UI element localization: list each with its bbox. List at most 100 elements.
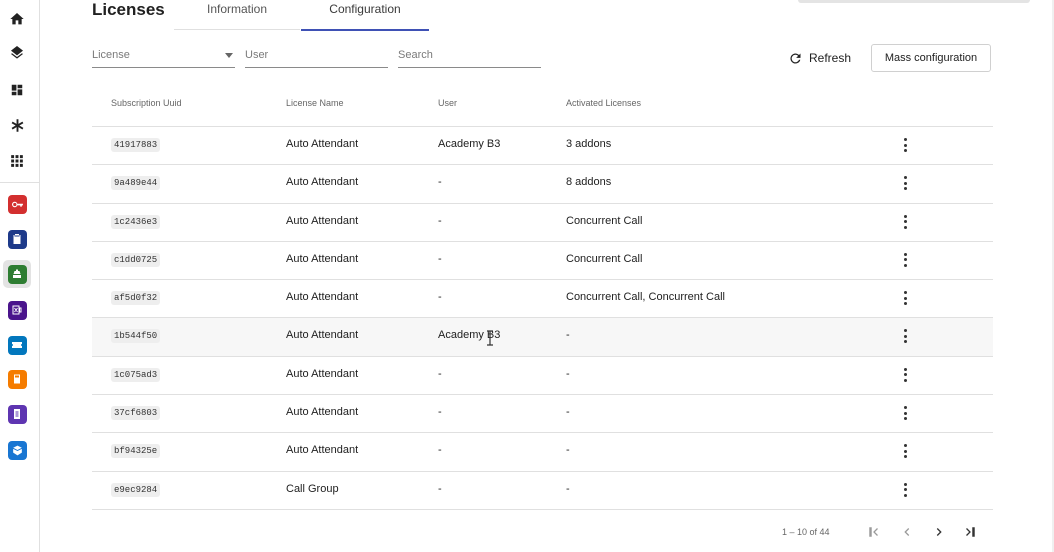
more-vert-icon[interactable] (901, 367, 909, 382)
activated-licenses: Concurrent Call (566, 252, 643, 265)
sidebar-divider (0, 182, 39, 183)
more-vert-icon[interactable] (901, 291, 909, 306)
more-vert-icon[interactable] (901, 214, 909, 229)
calculator-app-icon[interactable] (7, 369, 27, 389)
table-row[interactable]: 1c2436e3 Auto Attendant - Concurrent Cal… (92, 204, 993, 242)
subscription-uuid: 1c075ad3 (111, 367, 161, 382)
license-name: Auto Attendant (286, 214, 359, 227)
user-name: - (438, 291, 442, 304)
subscription-uuid: 41917883 (111, 138, 161, 152)
ticket-app-icon[interactable] (7, 335, 27, 355)
activated-licenses: - (566, 367, 570, 380)
activated-licenses: 8 addons (566, 176, 612, 189)
chevron-down-icon (225, 53, 233, 58)
search-input-label: Search (398, 49, 433, 61)
layers-icon[interactable] (8, 45, 26, 63)
table-row[interactable]: bf94325e Auto Attendant - - (92, 433, 993, 472)
fax-app-icon[interactable] (7, 300, 27, 320)
table-row[interactable]: 9a489e44 Auto Attendant - 8 addons (92, 165, 993, 204)
clipboard-app-icon[interactable] (7, 229, 27, 249)
user-name: - (438, 482, 442, 495)
license-name: Auto Attendant (286, 252, 359, 265)
switchboard-app-icon[interactable] (3, 260, 31, 288)
table-row[interactable]: 37cf6803 Auto Attendant - - (92, 395, 993, 434)
user-name: - (438, 214, 442, 227)
first-page-icon[interactable] (866, 524, 882, 540)
user-field[interactable]: User (245, 47, 388, 68)
table-row[interactable]: af5d0f32 Auto Attendant - Concurrent Cal… (92, 280, 993, 319)
more-vert-icon[interactable] (901, 406, 909, 421)
activated-licenses: Concurrent Call, Concurrent Call (566, 291, 725, 304)
overlay-shadow (798, 0, 1030, 3)
next-page-icon[interactable] (931, 524, 947, 540)
tab-information[interactable]: Information (174, 2, 300, 30)
more-vert-icon[interactable] (901, 482, 909, 497)
column-header-subscription-uuid[interactable]: Subscription Uuid (111, 98, 182, 108)
user-name: - (438, 176, 442, 189)
home-icon[interactable] (8, 10, 26, 28)
column-header-license-name[interactable]: License Name (286, 98, 344, 108)
notebook-app-icon[interactable] (7, 404, 27, 424)
activated-licenses: - (566, 444, 570, 457)
more-vert-icon[interactable] (901, 176, 909, 191)
table-row[interactable]: 41917883 Auto Attendant Academy B3 3 add… (92, 127, 993, 166)
license-name: Call Group (286, 482, 339, 495)
dashboard-icon[interactable] (8, 81, 26, 99)
user-name: Academy B3 (438, 138, 501, 150)
refresh-label: Refresh (809, 51, 852, 65)
column-header-user[interactable]: User (438, 98, 457, 108)
tab-configuration[interactable]: Configuration (301, 2, 429, 31)
license-name: Auto Attendant (286, 444, 359, 457)
prev-page-icon[interactable] (899, 524, 915, 540)
pagination-range: 1 – 10 of 44 (782, 527, 830, 537)
page-title: Licenses (92, 0, 165, 19)
column-header-activated-licenses[interactable]: Activated Licenses (566, 98, 641, 108)
table-row[interactable]: 1c075ad3 Auto Attendant - - (92, 357, 993, 396)
activated-licenses: - (566, 406, 570, 419)
license-name: Auto Attendant (286, 176, 359, 189)
activated-licenses: - (566, 329, 570, 342)
license-name: Auto Attendant (286, 406, 359, 419)
key-app-icon[interactable] (7, 194, 27, 214)
table-row[interactable]: e9ec9284 Call Group - - (92, 472, 993, 510)
license-name: Auto Attendant (286, 291, 359, 304)
licenses-table-body: 41917883 Auto Attendant Academy B3 3 add… (92, 127, 993, 510)
subscription-uuid: af5d0f32 (111, 291, 161, 306)
user-name: - (438, 406, 442, 419)
activated-licenses: - (566, 482, 570, 495)
subscription-uuid: 9a489e44 (111, 176, 161, 191)
license-name: Auto Attendant (286, 367, 359, 380)
text-cursor-icon (487, 330, 493, 346)
table-row[interactable]: 1b544f50 Auto Attendant Academy B3 - (92, 318, 993, 357)
more-vert-icon[interactable] (901, 329, 909, 344)
more-vert-icon[interactable] (901, 138, 909, 152)
user-name: - (438, 252, 442, 265)
refresh-button[interactable]: Refresh (788, 47, 851, 69)
asterisk-icon[interactable] (8, 116, 26, 134)
search-input[interactable]: Search (398, 47, 541, 68)
user-name: - (438, 367, 442, 380)
subscription-uuid: e9ec9284 (111, 482, 161, 497)
sidebar (0, 0, 40, 552)
mass-configuration-button[interactable]: Mass configuration (871, 44, 991, 72)
activated-licenses: Concurrent Call (566, 214, 643, 227)
license-select-label: License (92, 49, 130, 61)
user-field-label: User (245, 49, 269, 61)
refresh-icon (790, 53, 801, 64)
table-row[interactable]: c1dd0725 Auto Attendant - Concurrent Cal… (92, 242, 993, 281)
box-app-icon[interactable] (7, 440, 27, 460)
subscription-uuid: 37cf6803 (111, 406, 161, 421)
activated-licenses: 3 addons (566, 138, 612, 150)
last-page-icon[interactable] (962, 524, 978, 540)
user-name: - (438, 444, 442, 457)
more-vert-icon[interactable] (901, 252, 909, 267)
apps-grid-icon[interactable] (8, 152, 26, 170)
subscription-uuid: bf94325e (111, 444, 161, 459)
subscription-uuid: c1dd0725 (111, 252, 161, 267)
license-name: Auto Attendant (286, 138, 359, 150)
subscription-uuid: 1c2436e3 (111, 214, 161, 229)
more-vert-icon[interactable] (901, 444, 909, 459)
subscription-uuid: 1b544f50 (111, 329, 161, 344)
license-name: Auto Attendant (286, 329, 359, 342)
license-select[interactable]: License (92, 47, 235, 68)
